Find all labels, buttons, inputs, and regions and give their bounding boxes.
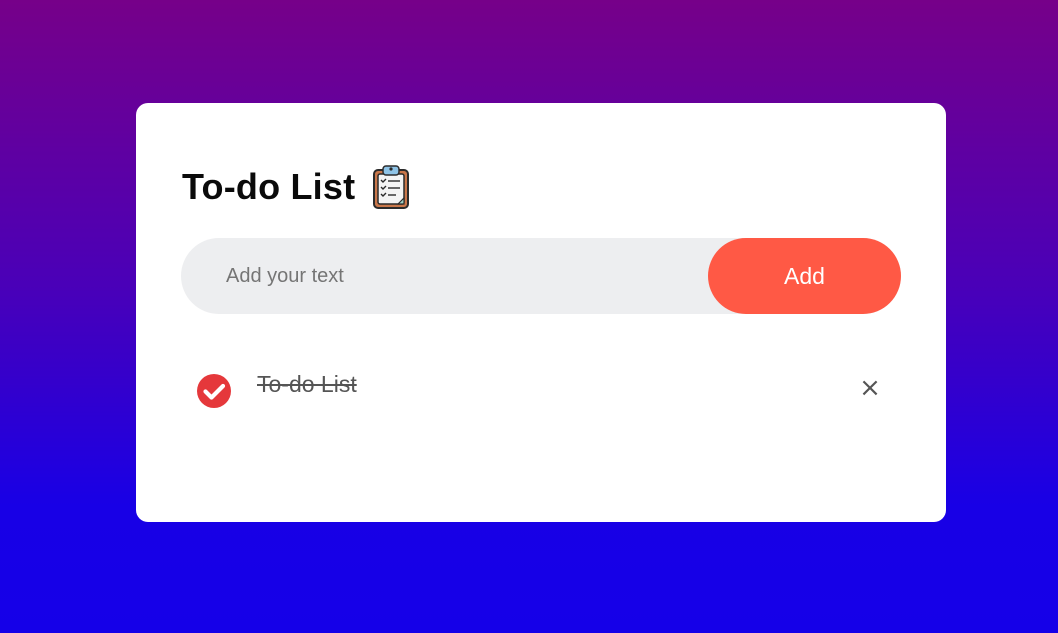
checked-circle-icon[interactable]: [196, 373, 232, 409]
page-title: To-do List: [182, 166, 356, 207]
task-text[interactable]: To-do List: [257, 371, 357, 398]
clipboard-icon: [373, 165, 410, 209]
title-row: To-do List: [182, 161, 411, 213]
task-input[interactable]: [181, 238, 701, 314]
list-item[interactable]: To-do List ×: [196, 363, 896, 413]
input-row: Add: [181, 238, 901, 314]
todo-card: To-do List Add your text Add To-do List …: [136, 103, 946, 522]
add-button[interactable]: Add: [708, 238, 901, 314]
todo-list: To-do List ×: [196, 363, 896, 413]
close-icon[interactable]: ×: [858, 375, 882, 401]
